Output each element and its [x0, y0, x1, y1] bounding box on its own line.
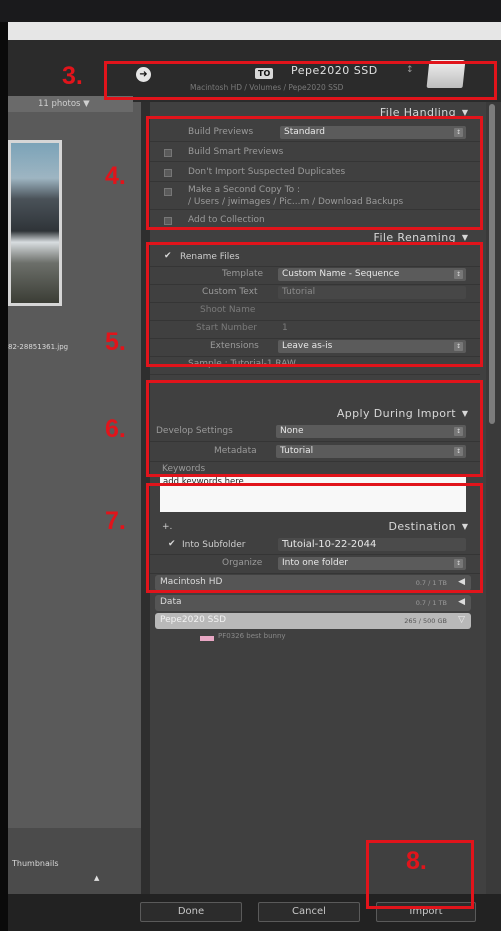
volume-data[interactable]: Data 0.7 / 1 TB ◀ — [155, 595, 471, 611]
collapse-triangle-icon[interactable]: ▼ — [462, 233, 468, 242]
annotation-box-3 — [104, 61, 497, 100]
thumbnails-label: Thumbnails — [12, 859, 59, 868]
cancel-button[interactable]: Cancel — [258, 902, 360, 922]
annotation-number-8: 8. — [406, 847, 427, 875]
annotation-number-6: 6. — [105, 415, 126, 443]
window-title-strip — [8, 22, 501, 40]
annotation-number-3: 3. — [62, 62, 83, 90]
import-dialog: ➜ TO Pepe2020 SSD ↕ Macintosh HD / Volum… — [8, 40, 501, 931]
triangle-left-icon[interactable]: ◀ — [458, 597, 465, 607]
top-bar — [0, 0, 501, 22]
thumbnail-size-slider[interactable]: ▲ — [94, 874, 99, 882]
annotation-number-7: 7. — [105, 507, 126, 535]
photos-count[interactable]: 11 photos ▼ — [38, 99, 90, 109]
folder-color-label — [200, 636, 214, 641]
scrollbar-thumb[interactable] — [489, 104, 495, 424]
volume-size: 265 / 500 GB — [404, 617, 447, 625]
mountain-photo — [11, 143, 59, 303]
volume-pepe2020-ssd[interactable]: Pepe2020 SSD 265 / 500 GB ▽ — [155, 613, 471, 629]
annotation-box-7 — [146, 483, 483, 593]
subfolder-item[interactable]: PF0326 best bunny — [218, 632, 286, 640]
annotation-box-4 — [146, 116, 483, 230]
annotation-number-4: 4. — [105, 162, 126, 190]
annotation-box-6 — [146, 380, 483, 477]
file-name-label: 82-28851361.jpg — [8, 343, 69, 351]
done-button[interactable]: Done — [140, 902, 242, 922]
volume-size: 0.7 / 1 TB — [415, 599, 447, 607]
triangle-down-icon[interactable]: ▽ — [458, 615, 465, 625]
volume-name: Pepe2020 SSD — [160, 615, 227, 625]
photo-thumbnail[interactable] — [8, 140, 62, 306]
annotation-box-5 — [146, 242, 483, 367]
volume-name: Data — [160, 597, 182, 607]
annotation-number-5: 5. — [105, 328, 126, 356]
